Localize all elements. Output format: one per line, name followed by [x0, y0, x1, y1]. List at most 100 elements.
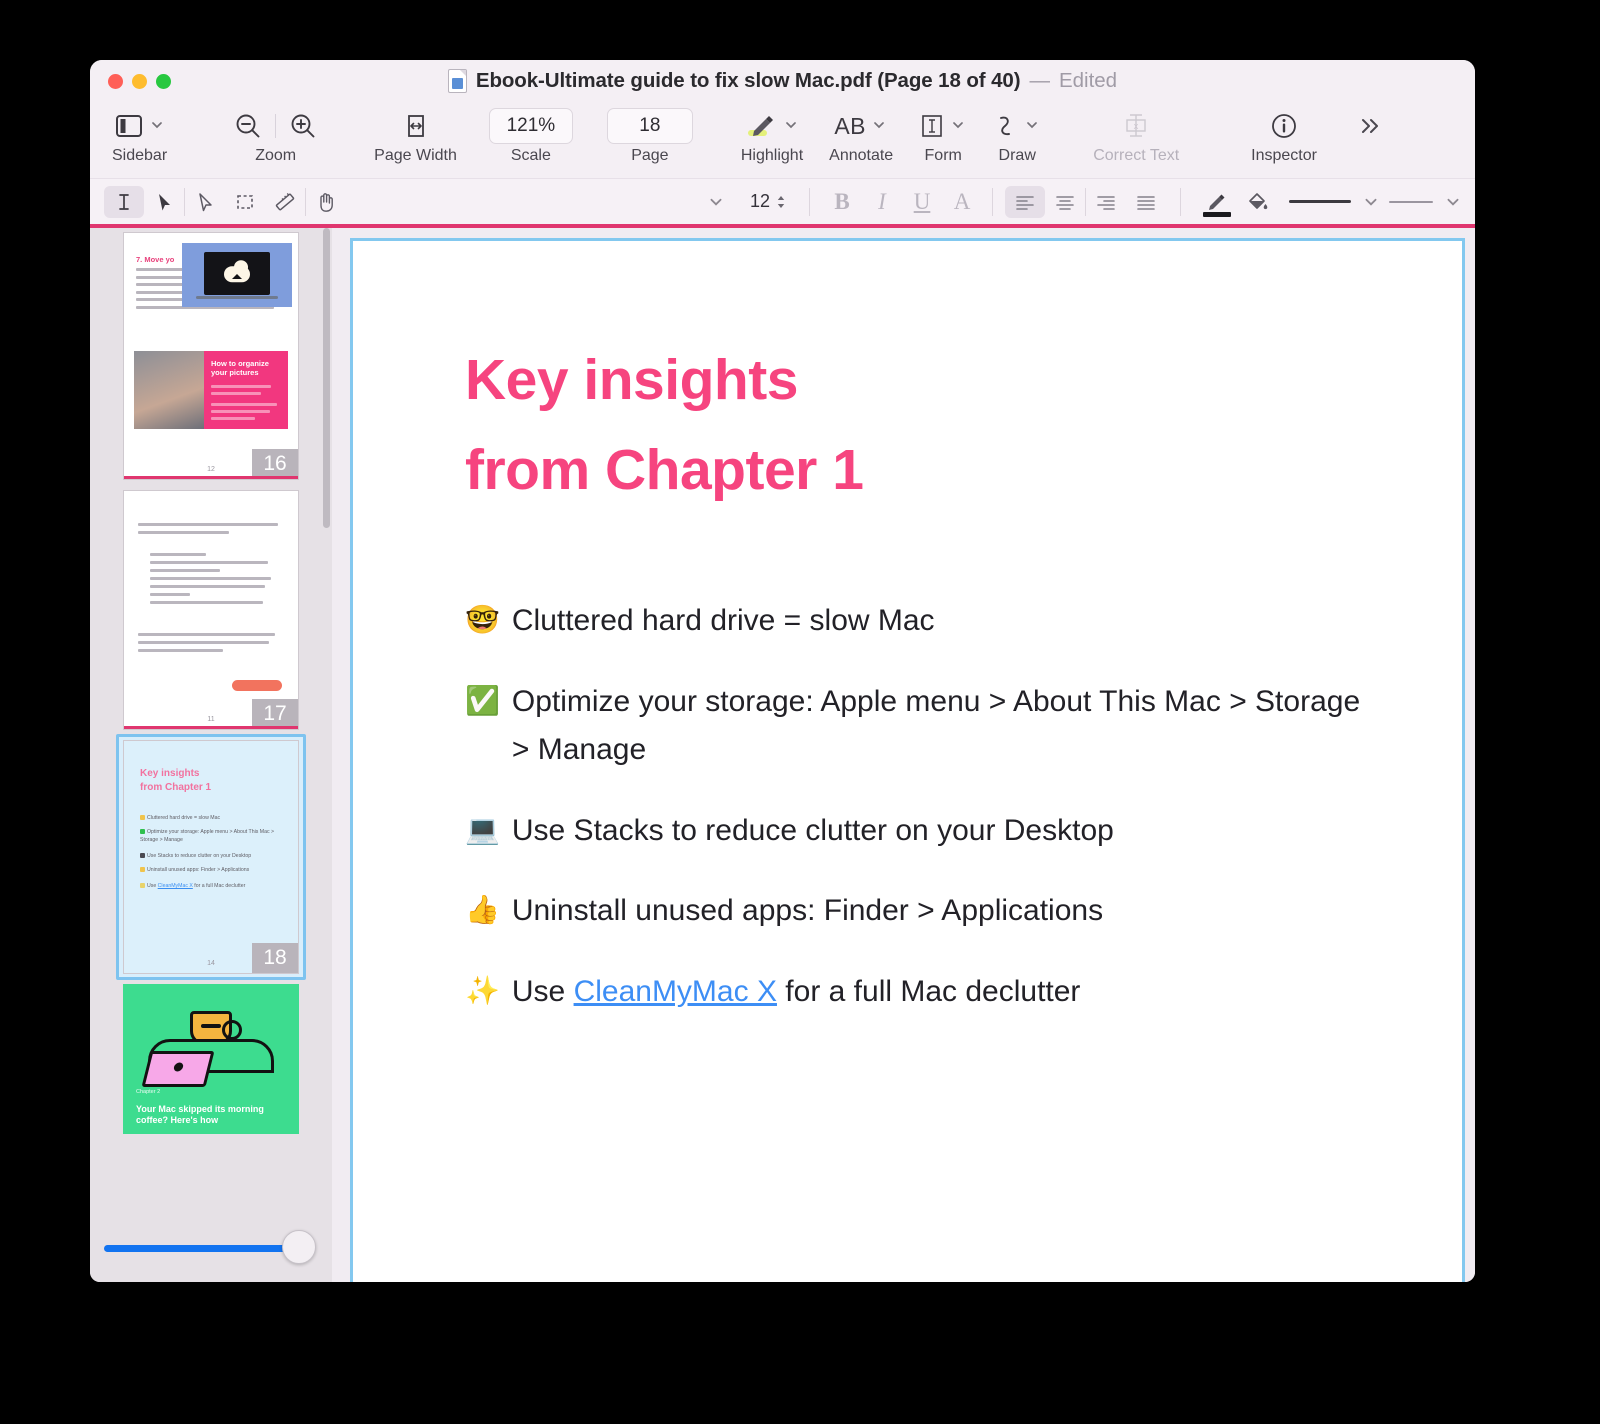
stroke-style-chevron-down-icon[interactable]	[1445, 194, 1461, 210]
align-justify-button[interactable]	[1126, 186, 1166, 218]
draw-chevron-down-icon[interactable]	[1025, 118, 1041, 134]
toolbar-group-page[interactable]: 18 Page	[606, 104, 693, 164]
laptop-illustration	[141, 1051, 215, 1087]
thumbnail-photo-art	[134, 351, 204, 429]
list-item: 💻 Use Stacks to reduce clutter on your D…	[465, 807, 1370, 856]
font-family-chevron-down-icon[interactable]	[708, 194, 724, 210]
info-circle-icon[interactable]	[1269, 111, 1299, 141]
highlight-chevron-down-icon[interactable]	[784, 118, 800, 134]
toolbar-group-inspector[interactable]: Inspector	[1251, 104, 1317, 164]
align-right-button[interactable]	[1086, 186, 1126, 218]
thumbnail-heading: 7. Move yo	[136, 255, 175, 264]
chapter-title: Your Mac skipped its morning coffee? Her…	[136, 1103, 264, 1126]
font-size-stepper[interactable]: 12	[750, 191, 787, 212]
thumbnail-number: 16	[252, 449, 298, 479]
sidebar-icon[interactable]	[114, 113, 144, 139]
cleanmymac-link[interactable]: CleanMyMac X	[574, 975, 777, 1008]
annotate-label: Annotate	[829, 147, 894, 164]
sidebar-chevron-down-icon[interactable]	[150, 118, 166, 134]
page-label: Page	[631, 147, 669, 164]
italic-button[interactable]: I	[862, 186, 902, 218]
thumbnail-sidebar[interactable]: 13 15 7. Move yo	[90, 224, 332, 1282]
thumbnail-page-17[interactable]: 11 17	[123, 490, 299, 730]
thumbnail-bullet-1: Cluttered hard drive = slow Mac	[140, 815, 286, 823]
draw-curve-icon[interactable]	[993, 111, 1019, 141]
chevron-double-right-icon[interactable]	[1355, 112, 1385, 140]
sidebar-scrollbar[interactable]	[323, 228, 330, 528]
toolbar-group-highlight[interactable]: Highlight	[741, 104, 803, 164]
hand-tool[interactable]	[306, 186, 346, 218]
align-left-button[interactable]	[1005, 185, 1045, 218]
underline-button[interactable]: U	[902, 186, 942, 218]
zoom-label: Zoom	[255, 147, 297, 164]
thumbnail-laptop-art	[182, 243, 292, 307]
form-field-icon[interactable]	[919, 111, 945, 141]
toolbar-group-annotate[interactable]: AB Annotate	[829, 104, 893, 164]
slider-knob[interactable]	[282, 1230, 316, 1264]
scale-input[interactable]: 121%	[488, 108, 573, 144]
thumbnail-number: 17	[252, 699, 298, 729]
ruler-tool[interactable]	[265, 186, 305, 218]
toolbar-group-scale[interactable]: 121% Scale	[488, 104, 573, 164]
stroke-width-chevron-down-icon[interactable]	[1363, 194, 1379, 210]
select-arrow-tool[interactable]	[144, 186, 184, 218]
zoom-in-icon[interactable]	[280, 111, 326, 141]
highlighter-icon[interactable]	[744, 111, 778, 141]
toolbar-group-form[interactable]: Form	[919, 104, 967, 164]
bullet-text-before: Use	[511, 975, 574, 1009]
marquee-select-tool[interactable]	[225, 186, 265, 218]
document-view[interactable]: Key insights from Chapter 1 🤓 Cluttered …	[332, 224, 1475, 1282]
form-chevron-down-icon[interactable]	[951, 118, 967, 134]
list-item: ✨ Use CleanMyMac X for a full Mac declut…	[465, 968, 1370, 1017]
list-item[interactable]: Chapter 2 Your Mac skipped its morning c…	[116, 984, 306, 1134]
thumbnail-size-slider[interactable]	[104, 1230, 318, 1264]
stroke-width-control[interactable]	[1289, 194, 1379, 210]
thumbnail-bullet-5: Use CleanMyMac X for a full Mac declutte…	[140, 883, 286, 891]
main-toolbar: Sidebar Zoom Page Width 121% Scale 18 Pa…	[90, 104, 1475, 178]
thumbnail-page-16[interactable]: 7. Move yo How to organize your pictures	[123, 232, 299, 480]
thumbnail-link: CleanMyMac X	[157, 883, 193, 889]
thumbnail-page-18[interactable]: Key insights from Chapter 1 Cluttered ha…	[123, 740, 299, 974]
title-separator: —	[1029, 69, 1050, 92]
toolbar-group-zoom[interactable]: Zoom	[225, 104, 326, 164]
text-cursor-tool[interactable]	[104, 185, 144, 218]
inspector-label: Inspector	[1251, 147, 1317, 164]
slider-fill	[104, 1245, 300, 1252]
fill-bucket-icon[interactable]	[1237, 186, 1277, 218]
annotate-chevron-down-icon[interactable]	[872, 118, 888, 134]
toolbar-group-draw[interactable]: Draw	[993, 104, 1041, 164]
toolbar-group-sidebar[interactable]: Sidebar	[112, 104, 167, 164]
underline-label: U	[913, 188, 931, 214]
page-number-input[interactable]: 18	[606, 108, 693, 144]
page-width-icon[interactable]	[402, 112, 430, 140]
thumbnail-list[interactable]: 13 15 7. Move yo	[90, 224, 332, 1282]
list-item[interactable]: 7. Move yo How to organize your pictures	[116, 232, 306, 480]
thumbnail-page-19[interactable]: Chapter 2 Your Mac skipped its morning c…	[123, 984, 299, 1134]
pointer-tool[interactable]	[185, 186, 225, 218]
thumbnail-numbered-list	[150, 553, 284, 609]
stroke-thick-preview	[1289, 200, 1351, 203]
bold-button[interactable]: B	[822, 186, 862, 218]
list-item: 🤓 Cluttered hard drive = slow Mac	[465, 597, 1370, 646]
font-size-value: 12	[749, 191, 770, 211]
svg-text:x: x	[1134, 121, 1139, 131]
text-color-button[interactable]: A	[942, 186, 982, 218]
check-mark-emoji: ✅	[465, 684, 500, 716]
annotate-ab-icon[interactable]: AB	[834, 113, 866, 140]
thumbnail-paragraph-lines	[138, 523, 284, 539]
align-center-button[interactable]	[1045, 186, 1085, 218]
thumbnail-page-label: 11	[207, 716, 215, 723]
thumbnail-accent-line	[124, 476, 298, 479]
thumbnail-pink-card: How to organize your pictures	[204, 351, 288, 429]
zoom-out-icon[interactable]	[225, 111, 271, 141]
toolbar-accent-rule	[90, 224, 1475, 228]
stroke-style-control[interactable]	[1389, 194, 1461, 210]
pen-color-icon[interactable]	[1197, 186, 1237, 218]
toolbar-overflow-button[interactable]	[1355, 104, 1385, 148]
toolbar-group-page-width[interactable]: Page Width	[374, 104, 457, 164]
pdf-page[interactable]: Key insights from Chapter 1 🤓 Cluttered …	[350, 238, 1465, 1282]
list-item[interactable]: 11 17	[116, 490, 306, 730]
thumbnail-page-label: 14	[207, 960, 215, 967]
sparkles-emoji: ✨	[465, 975, 500, 1007]
list-item-selected[interactable]: Key insights from Chapter 1 Cluttered ha…	[116, 734, 306, 980]
